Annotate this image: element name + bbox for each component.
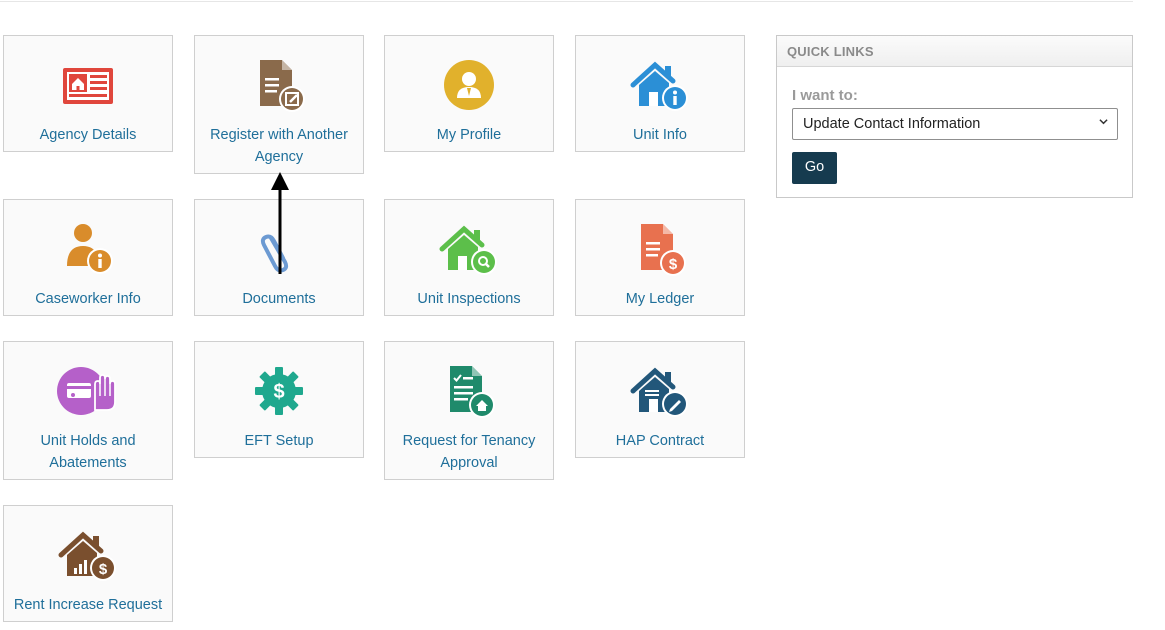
tile-label: My Profile xyxy=(436,127,502,143)
tile-label: HAP Contract xyxy=(615,433,705,449)
house-pen-icon xyxy=(629,362,691,422)
newspaper-home-icon xyxy=(57,56,119,116)
svg-text:$: $ xyxy=(669,256,678,273)
house-info-icon xyxy=(629,56,691,116)
quick-links-select[interactable]: Update Contact Information xyxy=(792,108,1118,140)
tile-eft-setup[interactable]: $ EFT Setup xyxy=(194,341,364,458)
document-edit-icon xyxy=(248,56,310,116)
quick-links-selected-value: Update Contact Information xyxy=(803,116,981,132)
tile-hap-contract[interactable]: HAP Contract xyxy=(575,341,745,458)
tile-label: Request for Tenancy Approval xyxy=(402,433,536,471)
tile-register-another-agency[interactable]: Register with Another Agency xyxy=(194,35,364,174)
top-divider xyxy=(0,1,1133,2)
tile-unit-info[interactable]: Unit Info xyxy=(575,35,745,152)
tile-rent-increase-request[interactable]: $ Rent Increase Request xyxy=(3,505,173,622)
person-info-icon xyxy=(57,220,119,280)
tile-label: Unit Holds and Abatements xyxy=(40,433,136,471)
tile-label: Unit Info xyxy=(633,127,687,143)
tile-label: Unit Inspections xyxy=(417,291,521,307)
checklist-house-icon xyxy=(438,362,500,422)
quick-links-panel: QUICK LINKS I want to: Update Contact In… xyxy=(776,35,1133,198)
tile-unit-holds-abatements[interactable]: Unit Holds and Abatements xyxy=(3,341,173,480)
chevron-down-icon xyxy=(1099,119,1108,125)
tile-label: Caseworker Info xyxy=(35,291,141,307)
tile-label: Agency Details xyxy=(39,127,137,143)
gear-dollar-icon: $ xyxy=(248,362,310,422)
tile-label: Documents xyxy=(242,291,316,307)
svg-text:$: $ xyxy=(273,381,284,403)
go-button[interactable]: Go xyxy=(792,152,837,184)
tile-my-ledger[interactable]: $ My Ledger xyxy=(575,199,745,316)
card-hand-stop-icon xyxy=(57,362,119,422)
tile-my-profile[interactable]: My Profile xyxy=(384,35,554,152)
quick-links-title: QUICK LINKS xyxy=(777,36,1132,67)
house-chart-dollar-icon: $ xyxy=(57,526,119,586)
tile-unit-inspections[interactable]: Unit Inspections xyxy=(384,199,554,316)
tile-label: My Ledger xyxy=(625,291,695,307)
tile-caseworker-info[interactable]: Caseworker Info xyxy=(3,199,173,316)
house-search-icon xyxy=(438,220,500,280)
document-dollar-icon: $ xyxy=(629,220,691,280)
tile-agency-details[interactable]: Agency Details xyxy=(3,35,173,152)
tile-label: Rent Increase Request xyxy=(13,597,163,613)
user-profile-icon xyxy=(438,56,500,116)
annotation-arrow-icon xyxy=(271,172,289,274)
tile-label: EFT Setup xyxy=(244,433,314,449)
svg-text:$: $ xyxy=(99,561,108,578)
i-want-to-label: I want to: xyxy=(792,87,858,104)
tile-label: Register with Another Agency xyxy=(210,127,348,165)
tile-request-tenancy-approval[interactable]: Request for Tenancy Approval xyxy=(384,341,554,480)
